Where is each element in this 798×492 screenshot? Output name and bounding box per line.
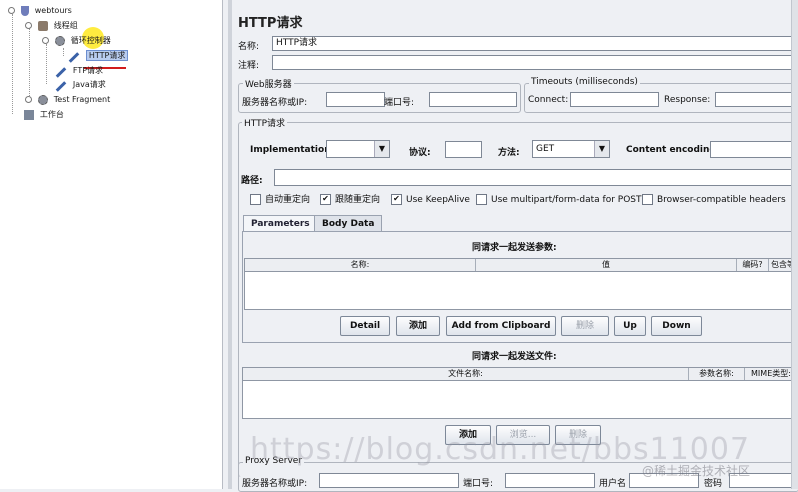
tab-parameters[interactable]: Parameters xyxy=(243,215,318,232)
chevron-down-icon: ▼ xyxy=(374,141,389,157)
name-field[interactable]: HTTP请求 xyxy=(272,36,796,51)
column-header-name[interactable]: 名称: xyxy=(245,259,476,271)
test-plan-tree: webtours 线程组 循环控制器 HTTP请求 FTP请求 Java请求 T… xyxy=(0,0,223,489)
column-header-file-name[interactable]: 文件名称: xyxy=(243,368,689,380)
tree-item-test-fragment[interactable]: Test Fragment xyxy=(25,93,110,107)
tree-item-java-request[interactable]: Java请求 xyxy=(55,78,106,92)
proxy-server-label: 服务器名称或IP: xyxy=(242,479,308,489)
thread-group-icon xyxy=(37,20,48,31)
path-field[interactable] xyxy=(274,169,796,186)
port-field[interactable] xyxy=(429,92,517,107)
params-caption: 同请求一起发送参数: xyxy=(472,243,557,253)
connect-timeout-field[interactable] xyxy=(570,92,659,107)
vertical-scrollbar[interactable] xyxy=(791,0,798,489)
proxy-server-field[interactable] xyxy=(319,473,459,488)
tree-connector xyxy=(63,48,64,56)
tree-item-http-request[interactable]: HTTP请求 xyxy=(68,49,129,63)
checkbox-box xyxy=(476,194,487,205)
expand-toggle-icon[interactable] xyxy=(8,7,15,14)
column-header-param-name[interactable]: 参数名称: xyxy=(689,368,745,380)
timeouts-legend: Timeouts (milliseconds) xyxy=(529,77,640,87)
http-request-legend: HTTP请求 xyxy=(242,116,288,129)
params-table-header: 名称: 值 编码? 包含等于? xyxy=(245,259,795,272)
keepalive-checkbox[interactable]: ✔ Use KeepAlive xyxy=(391,194,470,206)
column-header-mime-type[interactable]: MIME类型: xyxy=(745,368,797,380)
http-request-panel: HTTP请求 名称: HTTP请求 注释: Web服务器 服务器名称或IP: 端… xyxy=(228,0,798,492)
port-label: 端口号: xyxy=(384,98,415,108)
auto-redirect-checkbox[interactable]: 自动重定向 xyxy=(250,194,310,206)
checkbox-box xyxy=(250,194,261,205)
name-label: 名称: xyxy=(238,42,260,52)
server-label: 服务器名称或IP: xyxy=(242,98,308,108)
expand-toggle-icon[interactable] xyxy=(25,22,32,29)
down-button[interactable]: Down xyxy=(651,316,702,336)
timeouts-group: Timeouts (milliseconds) Connect: Respons… xyxy=(524,77,798,113)
content-encoding-label: Content encoding: xyxy=(626,145,720,155)
column-header-encode[interactable]: 编码? xyxy=(737,259,769,271)
test-fragment-icon xyxy=(37,94,48,105)
follow-redirect-checkbox[interactable]: ✔ 跟随重定向 xyxy=(320,194,380,206)
browser-headers-checkbox[interactable]: Browser-compatible headers xyxy=(642,194,786,206)
method-label: 方法: xyxy=(498,148,520,158)
detail-button[interactable]: Detail xyxy=(340,316,390,336)
test-plan-icon xyxy=(20,5,29,16)
proxy-port-label: 端口号: xyxy=(463,479,494,489)
tab-body-data[interactable]: Body Data xyxy=(314,215,383,232)
response-timeout-field[interactable] xyxy=(715,92,798,107)
proxy-port-field[interactable] xyxy=(505,473,595,488)
workbench-icon xyxy=(24,109,34,120)
splitter[interactable] xyxy=(228,0,232,489)
delete-param-button[interactable]: 删除 xyxy=(561,316,609,336)
loop-controller-icon xyxy=(54,35,65,46)
response-label: Response: xyxy=(664,95,711,105)
tree-connector xyxy=(12,14,13,114)
column-header-value[interactable]: 值 xyxy=(476,259,737,271)
tree-item-workbench[interactable]: 工作台 xyxy=(24,108,64,122)
add-from-clipboard-button[interactable]: Add from Clipboard xyxy=(446,316,556,336)
watermark-credit: @稀土掘金技术社区 xyxy=(642,464,751,478)
check-icon: ✔ xyxy=(391,194,402,205)
method-select[interactable]: GET ▼ xyxy=(532,140,610,158)
implementation-select[interactable]: ▼ xyxy=(326,140,390,158)
protocol-label: 协议: xyxy=(409,148,431,158)
web-server-legend: Web服务器 xyxy=(243,77,294,90)
expand-toggle-icon[interactable] xyxy=(25,96,32,103)
tree-item-ftp-request[interactable]: FTP请求 xyxy=(55,64,103,78)
tree-item-webtours[interactable]: webtours xyxy=(8,4,72,18)
params-table[interactable]: 名称: 值 编码? 包含等于? xyxy=(244,258,796,310)
tree-item-thread-group[interactable]: 线程组 xyxy=(25,19,78,33)
path-label: 路径: xyxy=(241,176,263,186)
java-sampler-icon xyxy=(55,80,67,92)
checkbox-box xyxy=(642,194,653,205)
files-table[interactable]: 文件名称: 参数名称: MIME类型: xyxy=(242,367,796,419)
connect-label: Connect: xyxy=(528,95,569,105)
tree-item-loop-controller[interactable]: 循环控制器 xyxy=(42,34,111,48)
web-server-group: Web服务器 服务器名称或IP: 端口号: xyxy=(238,77,521,113)
comment-field[interactable] xyxy=(272,55,796,70)
multipart-checkbox[interactable]: Use multipart/form-data for POST xyxy=(476,194,642,206)
server-field[interactable] xyxy=(326,92,385,107)
tree-connector xyxy=(29,28,30,100)
protocol-field[interactable] xyxy=(445,141,482,158)
page-title: HTTP请求 xyxy=(238,16,303,31)
add-param-button[interactable]: 添加 xyxy=(396,316,440,336)
check-icon: ✔ xyxy=(320,194,331,205)
expand-toggle-icon[interactable] xyxy=(42,37,49,44)
ftp-sampler-icon xyxy=(55,66,67,78)
implementation-label: Implementation: xyxy=(250,145,335,155)
proxy-user-label: 用户名 xyxy=(599,479,627,489)
comment-label: 注释: xyxy=(238,61,260,71)
tree-connector xyxy=(46,44,47,84)
files-table-header: 文件名称: 参数名称: MIME类型: xyxy=(243,368,795,381)
content-encoding-field[interactable] xyxy=(710,141,796,158)
chevron-down-icon: ▼ xyxy=(594,141,609,157)
files-caption: 同请求一起发送文件: xyxy=(472,352,557,362)
http-sampler-icon xyxy=(68,51,80,63)
up-button[interactable]: Up xyxy=(614,316,646,336)
